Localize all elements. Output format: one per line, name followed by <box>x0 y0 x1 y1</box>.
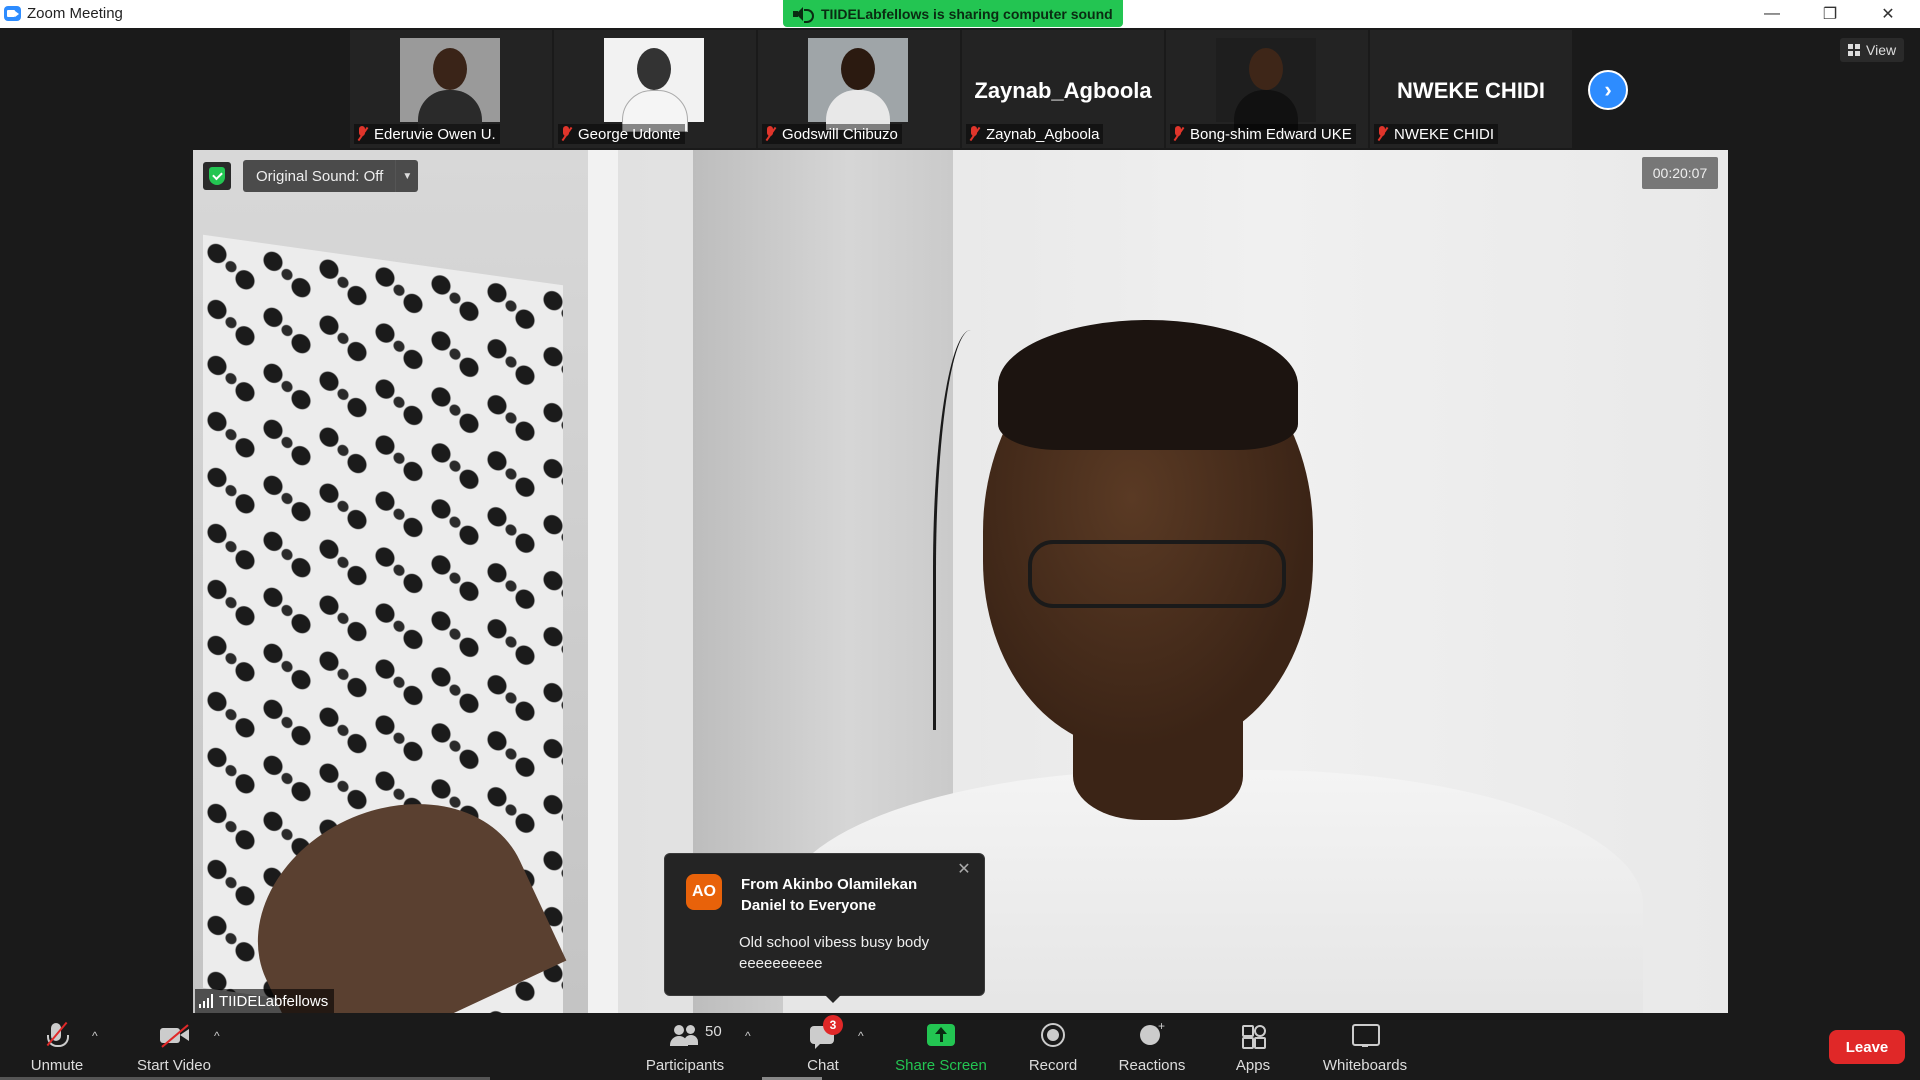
original-sound-control: Original Sound: Off ▼ <box>203 159 419 193</box>
chevron-right-icon: › <box>1604 77 1612 102</box>
encryption-shield-icon[interactable] <box>203 162 231 190</box>
original-sound-toggle[interactable]: Original Sound: Off ▼ <box>243 160 419 192</box>
chat-bubble-icon: 3 <box>807 1015 843 1051</box>
whiteboard-icon <box>1349 1021 1381 1051</box>
participant-name: Godswill Chibuzo <box>782 125 898 143</box>
grid-icon <box>1848 44 1860 56</box>
participant-namebar: Zaynab_Agboola <box>966 124 1104 144</box>
participants-label: Participants <box>645 1057 725 1074</box>
record-button[interactable]: Record <box>1022 1015 1084 1080</box>
window-title: Zoom Meeting <box>27 5 123 22</box>
mic-muted-icon <box>41 1021 73 1051</box>
chat-unread-badge: 3 <box>823 1015 843 1035</box>
participants-icon: 50 <box>669 1021 722 1051</box>
apps-button[interactable]: Apps <box>1226 1015 1280 1080</box>
participant-photo <box>400 38 500 130</box>
restore-button[interactable]: ❐ <box>1801 0 1859 28</box>
close-window-button[interactable]: ✕ <box>1859 0 1917 28</box>
share-screen-button[interactable]: Share Screen <box>890 1015 992 1080</box>
unmute-label: Unmute <box>30 1057 84 1074</box>
participant-tile[interactable]: NWEKE CHIDI NWEKE CHIDI <box>1370 30 1572 148</box>
participant-name: Bong-shim Edward UKE <box>1190 125 1352 143</box>
original-sound-label: Original Sound: Off <box>256 167 384 185</box>
participant-name: NWEKE CHIDI <box>1394 125 1495 143</box>
speaker-icon <box>793 6 814 23</box>
record-icon <box>1037 1021 1069 1051</box>
avatar: AO <box>686 874 722 910</box>
participant-name: Zaynab_Agboola <box>986 125 1100 143</box>
chat-options-caret[interactable]: ^ <box>858 1029 864 1043</box>
participant-namebar: Ederuvie Owen U. <box>354 124 500 144</box>
next-page-button[interactable]: › <box>1588 70 1628 110</box>
participant-tile[interactable]: Zaynab_Agboola Zaynab_Agboola <box>962 30 1164 148</box>
participant-photo <box>808 38 908 130</box>
mic-muted-icon <box>968 126 980 142</box>
speaker-name-label: TIIDELabfellows <box>195 989 335 1013</box>
apps-label: Apps <box>1235 1057 1271 1074</box>
share-screen-icon <box>925 1021 957 1051</box>
video-off-icon <box>158 1021 190 1051</box>
reactions-button[interactable]: + Reactions <box>1114 1015 1190 1080</box>
mic-muted-icon <box>1172 126 1184 142</box>
participant-tile[interactable]: George Udonte <box>554 30 756 148</box>
mic-muted-icon <box>764 126 776 142</box>
whiteboards-label: Whiteboards <box>1322 1057 1408 1074</box>
sharing-sound-text: TIIDELabfellows is sharing computer soun… <box>821 5 1113 22</box>
record-label: Record <box>1028 1057 1078 1074</box>
speaker-name: TIIDELabfellows <box>219 992 329 1010</box>
reactions-label: Reactions <box>1118 1057 1186 1074</box>
chat-sender: From Akinbo Olamilekan Daniel to Everyon… <box>741 876 918 914</box>
participant-name: George Udonte <box>578 125 681 143</box>
chevron-down-icon[interactable]: ▼ <box>395 160 418 192</box>
start-video-button[interactable]: Start Video <box>132 1015 216 1080</box>
speaker-glasses <box>1028 540 1286 608</box>
chat-label: Chat <box>807 1057 839 1074</box>
signal-strength-icon <box>199 994 213 1008</box>
participant-tile[interactable]: Ederuvie Owen U. <box>350 30 552 148</box>
participant-name: Ederuvie Owen U. <box>374 125 496 143</box>
participants-count: 50 <box>705 1023 722 1040</box>
participant-display-name: NWEKE CHIDI <box>1397 78 1545 103</box>
meeting-timer: 00:20:07 <box>1642 157 1718 189</box>
mic-muted-icon <box>1376 126 1388 142</box>
participant-tile[interactable]: Godswill Chibuzo <box>758 30 960 148</box>
start-video-label: Start Video <box>137 1057 211 1074</box>
mic-muted-icon <box>356 126 368 142</box>
zoom-logo-icon <box>4 6 21 21</box>
participant-photo <box>1216 38 1316 130</box>
view-button[interactable]: View <box>1840 38 1905 62</box>
participant-namebar: Bong-shim Edward UKE <box>1170 124 1356 144</box>
meeting-toolbar: Unmute ^ Start Video ^ 50 Participants ^… <box>0 1015 1920 1080</box>
whiteboards-button[interactable]: Whiteboards <box>1316 1015 1414 1080</box>
leave-button[interactable]: Leave <box>1829 1030 1905 1064</box>
chat-notification[interactable]: AO From Akinbo Olamilekan Daniel to Ever… <box>664 853 985 1003</box>
participant-tile[interactable]: Bong-shim Edward UKE <box>1166 30 1368 148</box>
participant-photo <box>604 38 704 132</box>
share-screen-label: Share Screen <box>895 1057 987 1074</box>
unmute-button[interactable]: Unmute <box>24 1015 90 1080</box>
participants-button[interactable]: 50 Participants <box>640 1015 730 1080</box>
audio-options-caret[interactable]: ^ <box>92 1029 98 1043</box>
chat-button[interactable]: 3 Chat <box>793 1015 853 1080</box>
apps-icon <box>1237 1021 1269 1051</box>
minimize-button[interactable]: — <box>1743 0 1801 28</box>
participants-options-caret[interactable]: ^ <box>745 1029 751 1043</box>
video-options-caret[interactable]: ^ <box>214 1029 220 1043</box>
chat-message: Old school vibess busy body eeeeeeeeee <box>739 934 930 972</box>
close-icon[interactable]: ✕ <box>956 862 972 878</box>
participant-strip: Ederuvie Owen U. George Udonte Godswill … <box>350 30 1574 148</box>
mic-muted-icon <box>560 126 572 142</box>
smiley-plus-icon: + <box>1136 1019 1168 1051</box>
participant-namebar: George Udonte <box>558 124 685 144</box>
participant-display-name: Zaynab_Agboola <box>974 78 1152 103</box>
participant-namebar: Godswill Chibuzo <box>762 124 902 144</box>
view-label: View <box>1866 42 1897 58</box>
participant-namebar: NWEKE CHIDI <box>1374 124 1499 144</box>
sharing-sound-banner: TIIDELabfellows is sharing computer soun… <box>783 0 1123 27</box>
